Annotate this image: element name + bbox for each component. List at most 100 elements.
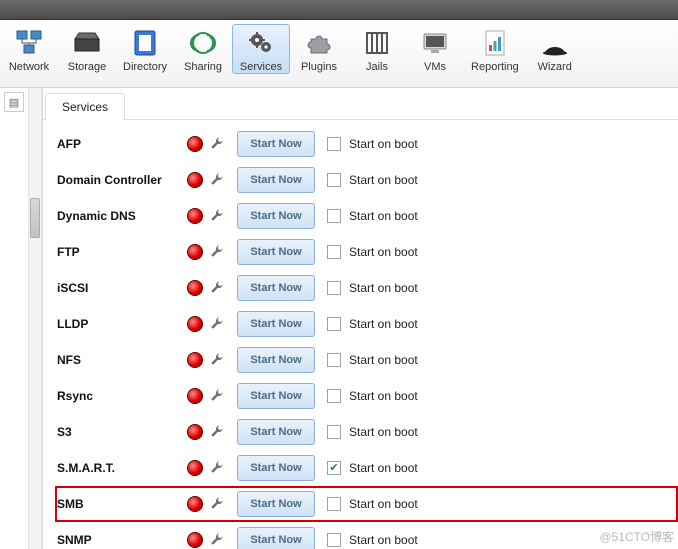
start-on-boot-label[interactable]: Start on boot — [349, 245, 418, 259]
start-on-boot-checkbox[interactable] — [327, 245, 341, 259]
start-on-boot-label[interactable]: Start on boot — [349, 389, 418, 403]
toolbar-item-vms[interactable]: VMs — [406, 24, 464, 74]
watermark: @51CTO博客 — [599, 528, 674, 545]
toolbar-label: Reporting — [471, 61, 519, 73]
start-on-boot-label[interactable]: Start on boot — [349, 425, 418, 439]
status-stopped-icon[interactable] — [187, 172, 203, 188]
services-list: AFPStart NowStart on bootDomain Controll… — [43, 120, 678, 549]
service-row: SMB Start Now Start on boot — [55, 486, 678, 522]
service-name: Dynamic DNS — [57, 209, 187, 223]
wrench-icon[interactable] — [209, 208, 225, 224]
status-stopped-icon[interactable] — [187, 208, 203, 224]
start-on-boot-checkbox[interactable] — [327, 425, 341, 439]
start-on-boot-checkbox[interactable] — [327, 389, 341, 403]
service-name: S3 — [57, 425, 187, 439]
start-on-boot-checkbox[interactable] — [327, 137, 341, 151]
start-on-boot-checkbox[interactable] — [327, 533, 341, 547]
status-stopped-icon[interactable] — [187, 244, 203, 260]
reporting-icon — [479, 27, 511, 59]
tab-services[interactable]: Services — [45, 93, 125, 120]
start-now-button[interactable]: Start Now — [237, 167, 315, 193]
wrench-icon[interactable] — [209, 136, 225, 152]
toolbar-item-wizard[interactable]: Wizard — [526, 24, 584, 74]
status-stopped-icon[interactable] — [187, 388, 203, 404]
toolbar-item-reporting[interactable]: Reporting — [464, 24, 526, 74]
start-now-button[interactable]: Start Now — [237, 383, 315, 409]
status-stopped-icon[interactable] — [187, 460, 203, 476]
start-now-button[interactable]: Start Now — [237, 491, 315, 517]
status-stopped-icon[interactable] — [187, 280, 203, 296]
toolbar-item-plugins[interactable]: Plugins — [290, 24, 348, 74]
service-row: S3 Start Now Start on boot — [55, 414, 678, 450]
wrench-icon[interactable] — [209, 496, 225, 512]
wrench-icon[interactable] — [209, 460, 225, 476]
start-on-boot-checkbox[interactable] — [327, 173, 341, 187]
status-stopped-icon[interactable] — [187, 532, 203, 548]
start-on-boot-label[interactable]: Start on boot — [349, 533, 418, 547]
start-now-button[interactable]: Start Now — [237, 239, 315, 265]
start-now-button[interactable]: Start Now — [237, 419, 315, 445]
start-on-boot-label[interactable]: Start on boot — [349, 137, 418, 151]
start-on-boot-label[interactable]: Start on boot — [349, 173, 418, 187]
status-stopped-icon[interactable] — [187, 424, 203, 440]
wrench-icon[interactable] — [209, 424, 225, 440]
sharing-icon — [187, 27, 219, 59]
toolbar-label: Services — [240, 61, 282, 73]
jails-icon — [361, 27, 393, 59]
start-on-boot-label[interactable]: Start on boot — [349, 461, 418, 475]
start-now-button[interactable]: Start Now — [237, 455, 315, 481]
wrench-icon[interactable] — [209, 172, 225, 188]
status-stopped-icon[interactable] — [187, 352, 203, 368]
start-on-boot-checkbox[interactable] — [327, 209, 341, 223]
wrench-icon[interactable] — [209, 352, 225, 368]
service-row: Domain ControllerStart NowStart on boot — [55, 162, 678, 198]
wizard-icon — [539, 27, 571, 59]
service-name: FTP — [57, 245, 187, 259]
service-name: AFP — [57, 137, 187, 151]
start-now-button[interactable]: Start Now — [237, 203, 315, 229]
start-on-boot-checkbox[interactable] — [327, 461, 341, 475]
wrench-icon[interactable] — [209, 532, 225, 548]
toolbar-item-storage[interactable]: Storage — [58, 24, 116, 74]
wrench-icon[interactable] — [209, 316, 225, 332]
toolbar-item-sharing[interactable]: Sharing — [174, 24, 232, 74]
service-row: NFSStart NowStart on boot — [55, 342, 678, 378]
start-now-button[interactable]: Start Now — [237, 527, 315, 549]
status-stopped-icon[interactable] — [187, 496, 203, 512]
status-stopped-icon[interactable] — [187, 316, 203, 332]
start-on-boot-checkbox[interactable] — [327, 497, 341, 511]
start-now-button[interactable]: Start Now — [237, 347, 315, 373]
tree-collapse-gutter: ▤ — [0, 88, 28, 549]
tree-scrollbar[interactable] — [28, 88, 42, 549]
start-on-boot-label[interactable]: Start on boot — [349, 497, 418, 511]
service-row: AFP Start Now Start on boot — [55, 126, 678, 162]
toolbar-item-jails[interactable]: Jails — [348, 24, 406, 74]
scrollbar-thumb[interactable] — [30, 198, 40, 238]
toolbar-item-directory[interactable]: Directory — [116, 24, 174, 74]
service-name: LLDP — [57, 317, 187, 331]
start-on-boot-label[interactable]: Start on boot — [349, 317, 418, 331]
wrench-icon[interactable] — [209, 280, 225, 296]
start-now-button[interactable]: Start Now — [237, 131, 315, 157]
service-row: Dynamic DNS Start Now Start on boot — [55, 198, 678, 234]
start-on-boot-label[interactable]: Start on boot — [349, 281, 418, 295]
start-on-boot-label[interactable]: Start on boot — [349, 209, 418, 223]
start-on-boot-checkbox[interactable] — [327, 281, 341, 295]
toolbar-label: Directory — [123, 61, 167, 73]
toolbar-item-network[interactable]: Network — [0, 24, 58, 74]
toolbar-item-services[interactable]: Services — [232, 24, 290, 74]
service-row: SNMP Start Now Start on boot — [55, 522, 678, 549]
start-on-boot-checkbox[interactable] — [327, 317, 341, 331]
start-now-button[interactable]: Start Now — [237, 311, 315, 337]
start-now-button[interactable]: Start Now — [237, 275, 315, 301]
start-on-boot-checkbox[interactable] — [327, 353, 341, 367]
wrench-icon[interactable] — [209, 244, 225, 260]
service-name: SMB — [57, 497, 187, 511]
start-on-boot-label[interactable]: Start on boot — [349, 353, 418, 367]
network-icon — [13, 27, 45, 59]
service-name: SNMP — [57, 533, 187, 547]
wrench-icon[interactable] — [209, 388, 225, 404]
directory-icon — [129, 27, 161, 59]
collapse-tree-icon[interactable]: ▤ — [4, 92, 24, 112]
status-stopped-icon[interactable] — [187, 136, 203, 152]
